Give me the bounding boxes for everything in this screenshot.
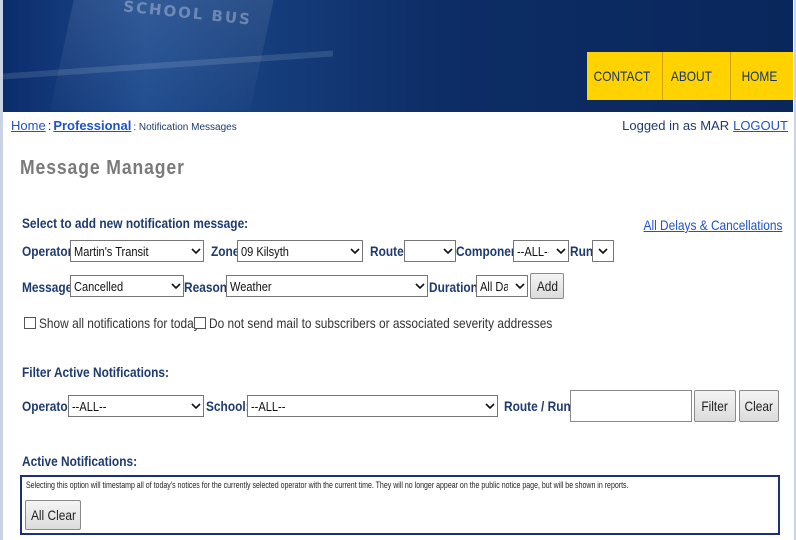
add-button-label: Add <box>536 278 558 294</box>
breadcrumb-separator: : <box>47 118 52 133</box>
nav-contact[interactable]: CONTACT <box>592 52 652 100</box>
filter-operator-value: --ALL-- <box>72 398 107 414</box>
all-clear-button[interactable]: All Clear <box>25 500 81 530</box>
filter-school-value: --ALL-- <box>251 398 286 414</box>
active-section-label: Active Notifications: <box>22 453 138 469</box>
run-label: Run <box>570 243 594 259</box>
login-text: Logged in as MAR <box>622 118 730 133</box>
breadcrumb-professional[interactable]: Professional <box>53 118 131 133</box>
breadcrumb: Home : Professional : Notification Messa… <box>11 118 237 133</box>
reason-select[interactable]: Weather <box>226 275 428 297</box>
operator-label: Operator: <box>22 243 77 259</box>
clear-button-label: Clear <box>744 398 774 414</box>
all-clear-button-label: All Clear <box>30 507 76 523</box>
route-select[interactable] <box>404 240 456 262</box>
header-banner: SCHOOL BUS CONTACT ABOUT HOME <box>3 0 793 112</box>
route-run-input[interactable] <box>570 390 692 422</box>
message-select-value: Cancelled <box>74 278 124 294</box>
breadcrumb-home[interactable]: Home <box>11 118 46 133</box>
filter-school-select[interactable]: --ALL-- <box>247 395 498 417</box>
message-label: Message: <box>22 279 77 295</box>
show-all-checkbox[interactable] <box>24 317 36 329</box>
filter-school-label: School: <box>206 398 250 414</box>
component-select[interactable]: --ALL-- <box>513 240 569 262</box>
chevron-down-icon <box>441 241 455 261</box>
top-nav: CONTACT ABOUT HOME <box>587 52 793 100</box>
duration-label: Duration: <box>429 279 482 295</box>
filter-button-label: Filter <box>701 398 729 414</box>
chevron-down-icon <box>413 276 427 296</box>
all-delays-link[interactable]: All Delays & Cancellations <box>643 217 782 233</box>
logout-link[interactable]: LOGOUT <box>733 118 788 133</box>
duration-select[interactable]: All Day <box>476 275 528 297</box>
filter-section-label: Filter Active Notifications: <box>22 364 170 380</box>
zone-select-value: 09 Kilsyth <box>241 243 289 259</box>
show-all-label: Show all notifications for today <box>39 315 200 331</box>
reason-select-value: Weather <box>230 278 272 294</box>
no-mail-checkbox[interactable] <box>194 317 206 329</box>
breadcrumb-current: : Notification Messages <box>133 122 237 133</box>
nav-about[interactable]: ABOUT <box>662 52 720 100</box>
chevron-down-icon <box>483 396 497 416</box>
login-status: Logged in as MAR LOGOUT <box>622 118 788 133</box>
run-select[interactable] <box>592 240 614 262</box>
duration-select-value: All Day <box>480 278 508 294</box>
filter-button[interactable]: Filter <box>694 390 736 422</box>
component-select-value: --ALL-- <box>517 243 549 259</box>
filter-operator-select[interactable]: --ALL-- <box>68 395 204 417</box>
message-select[interactable]: Cancelled <box>70 275 184 297</box>
chevron-down-icon <box>593 241 613 261</box>
operator-select-value: Martin's Transit <box>74 243 149 259</box>
no-mail-option: Do not send mail to subscribers or assoc… <box>194 315 613 331</box>
chevron-down-icon <box>189 396 203 416</box>
chevron-down-icon <box>189 241 203 261</box>
chevron-down-icon <box>169 276 183 296</box>
add-section-label: Select to add new notification message: <box>22 215 249 231</box>
clear-button[interactable]: Clear <box>739 390 779 422</box>
add-button[interactable]: Add <box>530 273 564 299</box>
page-title: Message Manager <box>20 157 185 179</box>
route-label: Route: <box>370 243 408 259</box>
chevron-down-icon <box>348 241 362 261</box>
chevron-down-icon <box>513 276 527 296</box>
active-notifications-box: Selecting this option will timestamp all… <box>20 475 780 535</box>
no-mail-label: Do not send mail to subscribers or assoc… <box>209 315 553 331</box>
reason-label: Reason: <box>184 279 231 295</box>
zone-select[interactable]: 09 Kilsyth <box>237 240 363 262</box>
all-clear-note: Selecting this option will timestamp all… <box>26 480 629 490</box>
route-run-label: Route / Run: <box>504 398 575 414</box>
nav-home[interactable]: HOME <box>730 52 788 100</box>
chevron-down-icon <box>554 241 568 261</box>
operator-select[interactable]: Martin's Transit <box>70 240 204 262</box>
